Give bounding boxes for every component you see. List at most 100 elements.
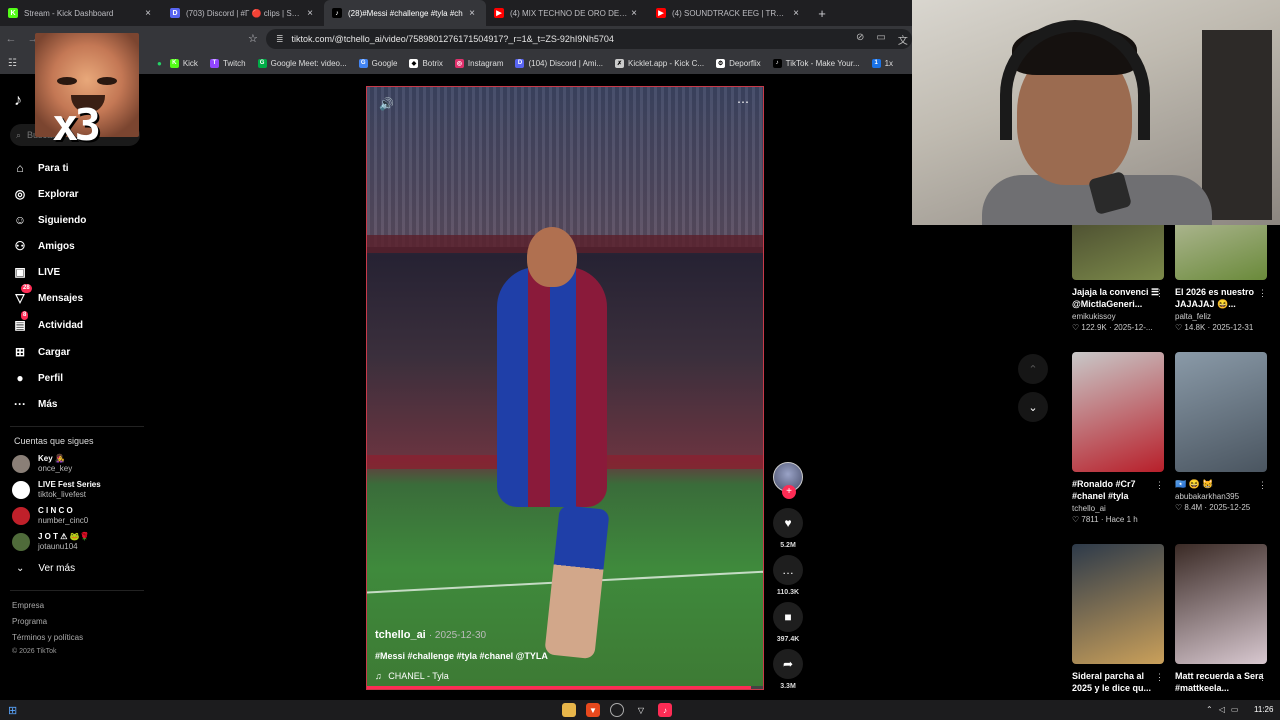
tiktok-taskbar-icon[interactable]: ♪ (658, 703, 672, 717)
battery-icon[interactable]: ▭ (1231, 705, 1239, 714)
browser-tab-2[interactable]: ♪ (28)#Messi #challenge #tyla #ch × (324, 0, 486, 26)
tab-close-icon[interactable]: × (790, 8, 802, 19)
bookmark-tiktok-make-your[interactable]: ♪ TikTok - Make Your... (772, 58, 860, 68)
followed-account-number-cinc0[interactable]: C I N C Onumber_cinc0 (12, 506, 88, 526)
bookmark-deporflix[interactable]: ⚙ Deporflix (716, 58, 761, 68)
video-author[interactable]: abubakarkhan395 (1175, 492, 1267, 501)
bookmark-kicklet-app-kick-c[interactable]: ✗ Kicklet.app - Kick C... (615, 58, 704, 68)
follow-plus-icon[interactable]: + (782, 485, 796, 499)
previous-video-button[interactable]: ⌃ (1018, 354, 1048, 384)
card-more-icon[interactable]: ⋮ (1155, 480, 1164, 491)
nav-item-ma-s[interactable]: ··· Más (12, 396, 57, 412)
video-author[interactable]: tchello_ai · 2025-12-30 (375, 629, 486, 641)
nav-item-amigos[interactable]: ⚇ Amigos (12, 238, 75, 254)
card-more-icon[interactable]: ⋮ (1258, 672, 1267, 683)
card-more-icon[interactable]: ⋮ (1258, 288, 1267, 299)
bookmark-kick[interactable]: K Kick (169, 58, 198, 68)
tab-close-icon[interactable]: × (628, 8, 640, 19)
tab-close-icon[interactable]: × (466, 8, 478, 19)
file-explorer-icon[interactable] (562, 703, 576, 717)
tab-close-icon[interactable]: × (304, 8, 316, 19)
video-title[interactable]: Sideral parcha al 2025 y le dice qu... (1072, 670, 1164, 694)
video-thumbnail[interactable] (1072, 352, 1164, 472)
obs-icon[interactable] (610, 703, 624, 717)
video-thumbnail[interactable] (1175, 352, 1267, 472)
account-handle: jotaunu104 (38, 542, 78, 551)
nav-item-actividad[interactable]: ▤ 8 Actividad (12, 311, 83, 333)
browser-tab-0[interactable]: K Stream - Kick Dashboard × (0, 0, 162, 26)
video-player[interactable]: 🔊 ⋯ tchello_ai · 2025-12-30 #Messi #chal… (366, 86, 764, 690)
bookmark-1x[interactable]: 1 1x (871, 58, 893, 68)
video-title[interactable]: 🇸🇴 😆 😸 (1175, 478, 1267, 490)
footer-link-terminos[interactable]: Términos y políticas (12, 633, 83, 642)
nav-item-explorar[interactable]: ◎ Explorar (12, 186, 79, 202)
volume-icon[interactable]: 🔊 (379, 97, 394, 111)
bookmark-google-meet-video[interactable]: G Google Meet: video... (257, 58, 347, 68)
browser-tab-4[interactable]: ▶ (4) SOUNDTRACK EEG | TROMPETAS× (648, 0, 810, 26)
nav-item-live[interactable]: ▣ LIVE (12, 264, 60, 280)
nav-item-cargar[interactable]: ⊞ Cargar (12, 344, 70, 360)
more-options-icon[interactable]: ⋯ (737, 95, 749, 109)
address-bar[interactable]: ≣ tiktok.com/@tchello_ai/video/758980127… (266, 29, 912, 49)
footer-link-empresa[interactable]: Empresa (12, 601, 44, 610)
bookmark-instagram[interactable]: ◎ Instagram (454, 58, 503, 68)
whatsapp-bookmark-icon[interactable]: ● (157, 59, 162, 68)
video-title[interactable]: Jajaja la convenci ☰ @MictlaGeneri... (1072, 286, 1164, 310)
tray-expand-icon[interactable]: ⌃ (1206, 705, 1213, 714)
share-action[interactable]: ➦ 3.3M (773, 649, 803, 690)
video-title[interactable]: El 2026 es nuestro JAJAJAJ 😆... (1175, 286, 1267, 310)
bookmark-icon[interactable]: ☆ (248, 32, 258, 45)
cast-icon[interactable]: ▭ (876, 32, 885, 47)
comment-action[interactable]: … 110.3K (773, 555, 803, 596)
save-action[interactable]: ■ 397.4K (773, 602, 803, 643)
next-video-button[interactable]: ⌄ (1018, 392, 1048, 422)
bookmark-botrix[interactable]: ◆ Botrix (409, 58, 443, 68)
followed-account-tiktok-livefest[interactable]: LIVE Fest Series tiktok_livefest (12, 480, 101, 500)
followed-account-jotaunu104[interactable]: J O T ⚠ 🐸🌹 jotaunu104 (12, 532, 90, 552)
browser-tab-3[interactable]: ▶ (4) MIX TECHNO DE ORO DE 80's &× (486, 0, 648, 26)
site-info-icon[interactable]: ≣ (276, 34, 284, 45)
video-thumbnail[interactable] (1072, 544, 1164, 664)
vpn-icon[interactable]: ▽ (634, 703, 648, 717)
followed-account-once-key[interactable]: Key 👩‍🎤 once_key (12, 454, 72, 474)
like-action[interactable]: ♥ 5.2M (773, 508, 803, 549)
video-author[interactable]: palta_feliz (1175, 312, 1267, 321)
card-more-icon[interactable]: ⋮ (1155, 288, 1164, 299)
browser-tab-1[interactable]: D (703) Discord | #Γ 🔴 clips | SAPOLIC× (162, 0, 324, 26)
video-title[interactable]: Matt recuerda a Sera #mattkeela... (1175, 670, 1267, 694)
nav-item-mensajes[interactable]: ▽ 28 Mensajes (12, 284, 83, 306)
clock[interactable]: 11:26 (1254, 705, 1273, 714)
translate-icon[interactable]: 文 (898, 32, 908, 47)
nav-item-para-ti[interactable]: ⌂ Para ti (12, 160, 68, 176)
no-translate-icon[interactable]: ⊘ (856, 32, 864, 47)
tiktok-logo[interactable]: ♪ (14, 92, 22, 110)
see-more-button[interactable]: ⌄ Ver más (16, 563, 75, 574)
card-more-icon[interactable]: ⋮ (1258, 480, 1267, 491)
back-icon[interactable]: ← (0, 33, 22, 45)
related-video-card[interactable]: ⋮ #Ronaldo #Cr7 #chanel #tyla tchello_ai ♡ … (1072, 352, 1164, 524)
apps-grid-icon[interactable]: ☷ (8, 58, 17, 69)
nav-item-siguiendo[interactable]: ☺ Siguiendo (12, 212, 86, 228)
video-author[interactable]: emikukissoy (1072, 312, 1164, 321)
video-thumbnail[interactable] (1175, 544, 1267, 664)
video-caption[interactable]: #Messi #challenge #tyla #chanel @TYLA (375, 651, 548, 661)
brave-browser-icon[interactable]: ▼ (586, 703, 600, 717)
related-video-card[interactable]: ⋮ Matt recuerda a Sera #mattkeela... (1175, 544, 1267, 694)
tab-close-icon[interactable]: × (142, 8, 154, 19)
tab-favicon-icon: ▶ (494, 8, 504, 18)
bookmark-104-discord-ami[interactable]: D (104) Discord | Ami... (515, 58, 603, 68)
windows-start-icon[interactable]: ⊞ (8, 704, 17, 717)
bookmark-twitch[interactable]: T Twitch (209, 58, 246, 68)
bookmark-google[interactable]: G Google (358, 58, 397, 68)
video-music[interactable]: ♫ CHANEL - Tyla (375, 671, 449, 681)
volume-tray-icon[interactable]: ◁ (1219, 705, 1225, 714)
video-author[interactable]: tchello_ai (1072, 504, 1164, 513)
footer-link-programa[interactable]: Programa (12, 617, 47, 626)
nav-item-perfil[interactable]: ● Perfil (12, 370, 63, 386)
card-more-icon[interactable]: ⋮ (1155, 672, 1164, 683)
related-video-card[interactable]: ⋮ 🇸🇴 😆 😸 abubakarkhan395 ♡ 8.4M · 2025-12-2… (1175, 352, 1267, 512)
video-progress-bar[interactable] (367, 686, 763, 689)
new-tab-button[interactable]: + (810, 6, 834, 21)
related-video-card[interactable]: ⋮ Sideral parcha al 2025 y le dice qu... (1072, 544, 1164, 694)
video-title[interactable]: #Ronaldo #Cr7 #chanel #tyla (1072, 478, 1164, 502)
